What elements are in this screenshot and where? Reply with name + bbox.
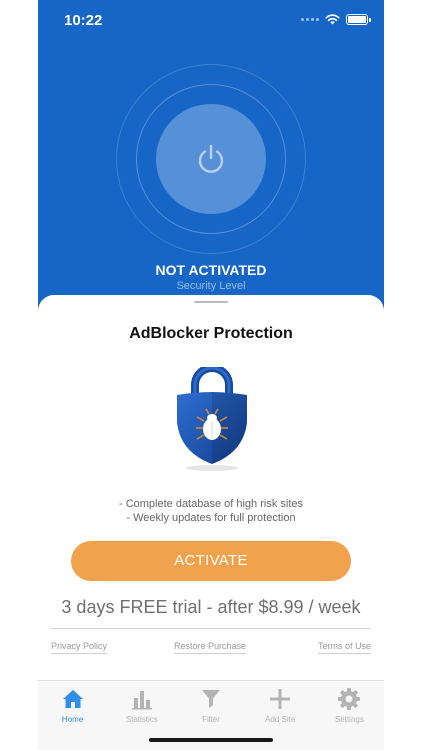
sheet-title: AdBlocker Protection	[129, 325, 293, 342]
tab-settings[interactable]: Settings	[315, 681, 384, 750]
power-icon	[198, 144, 224, 173]
terms-of-use-link[interactable]: Terms of Use	[317, 641, 371, 654]
tab-label: Add Site	[265, 715, 296, 724]
divider	[51, 628, 371, 629]
gear-icon	[338, 688, 361, 710]
app-screen: 10:22 NOT ACTIVATED Security Level AdBlo…	[38, 0, 384, 750]
tab-label: Filter	[202, 715, 220, 724]
privacy-policy-link[interactable]: Privacy Policy	[51, 641, 108, 654]
activate-button[interactable]: ACTIVATE	[71, 541, 351, 581]
signal-dots-icon	[301, 18, 319, 21]
security-level-caption: Security Level	[176, 280, 246, 292]
status-bar: 10:22	[38, 0, 384, 40]
trial-price-text: 3 days FREE trial - after $8.99 / week	[61, 597, 361, 617]
sheet-grabber[interactable]	[194, 301, 228, 303]
shield-lock-bug-icon	[177, 367, 247, 471]
status-icons	[301, 14, 371, 25]
feature-item: - Weekly updates for full protection	[126, 512, 296, 524]
wifi-icon	[325, 14, 340, 25]
plus-icon	[270, 689, 291, 709]
protection-status: NOT ACTIVATED	[155, 262, 267, 278]
tab-label: Settings	[334, 715, 364, 724]
funnel-icon	[202, 690, 220, 708]
feature-list: - Complete database of high risk sites -…	[38, 497, 384, 525]
bar-chart-icon	[131, 691, 152, 710]
power-button[interactable]	[156, 104, 266, 214]
restore-purchase-link[interactable]: Restore Purchase	[174, 641, 247, 654]
home-indicator[interactable]	[149, 738, 273, 742]
phone-frame: 10:22 NOT ACTIVATED Security Level AdBlo…	[0, 0, 422, 750]
battery-icon	[346, 14, 371, 25]
feature-item: - Complete database of high risk sites	[118, 498, 304, 510]
home-icon	[62, 690, 83, 708]
tab-label: Home	[61, 715, 84, 724]
status-time: 10:22	[64, 12, 103, 29]
tab-home[interactable]: Home	[38, 681, 107, 750]
tab-label: Statistics	[125, 715, 158, 724]
